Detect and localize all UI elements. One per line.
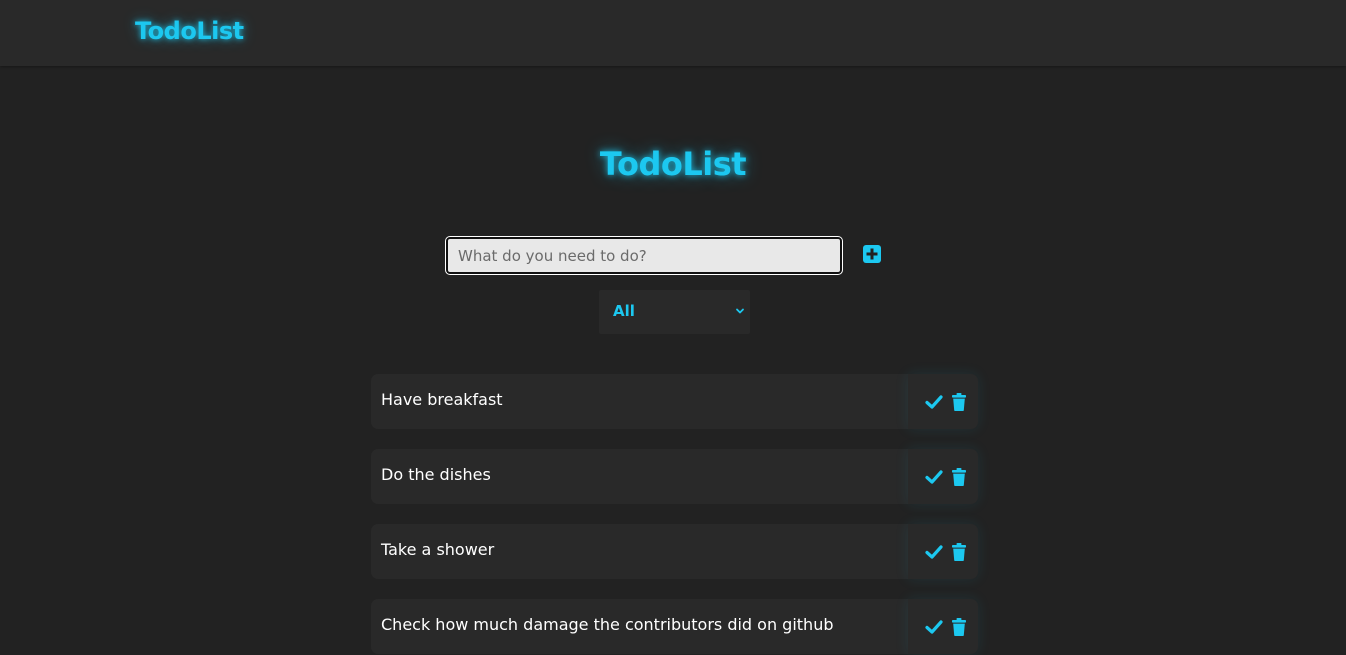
check-icon <box>925 395 943 409</box>
todo-text: Have breakfast <box>381 390 503 409</box>
delete-button[interactable] <box>951 542 967 562</box>
filter-selected-value: All <box>613 302 635 320</box>
trash-icon <box>952 393 966 411</box>
delete-button[interactable] <box>951 392 967 412</box>
delete-button[interactable] <box>951 467 967 487</box>
plus-square-icon <box>863 245 881 263</box>
complete-button[interactable] <box>924 542 944 562</box>
check-icon <box>925 620 943 634</box>
todo-item: Take a shower <box>371 524 978 579</box>
todo-item: Check how much damage the contributors d… <box>371 599 978 654</box>
add-todo-button[interactable] <box>862 244 882 264</box>
trash-icon <box>952 618 966 636</box>
todo-input[interactable] <box>445 236 843 275</box>
todo-text: Do the dishes <box>381 465 491 484</box>
delete-button[interactable] <box>951 617 967 637</box>
complete-button[interactable] <box>924 617 944 637</box>
todo-text: Check how much damage the contributors d… <box>381 615 834 634</box>
todo-item: Do the dishes <box>371 449 978 504</box>
check-icon <box>925 470 943 484</box>
trash-icon <box>952 543 966 561</box>
page-title: TodoList <box>599 145 747 183</box>
trash-icon <box>952 468 966 486</box>
chevron-down-icon <box>736 308 744 314</box>
complete-button[interactable] <box>924 467 944 487</box>
complete-button[interactable] <box>924 392 944 412</box>
check-icon <box>925 545 943 559</box>
filter-select[interactable]: All <box>599 290 750 334</box>
brand-logo[interactable]: TodoList <box>135 17 244 45</box>
todo-item: Have breakfast <box>371 374 978 429</box>
todo-actions <box>908 524 978 579</box>
todo-text: Take a shower <box>381 540 495 559</box>
todo-actions <box>908 599 978 654</box>
top-navbar: TodoList <box>0 0 1346 66</box>
todo-actions <box>908 374 978 429</box>
todo-actions <box>908 449 978 504</box>
